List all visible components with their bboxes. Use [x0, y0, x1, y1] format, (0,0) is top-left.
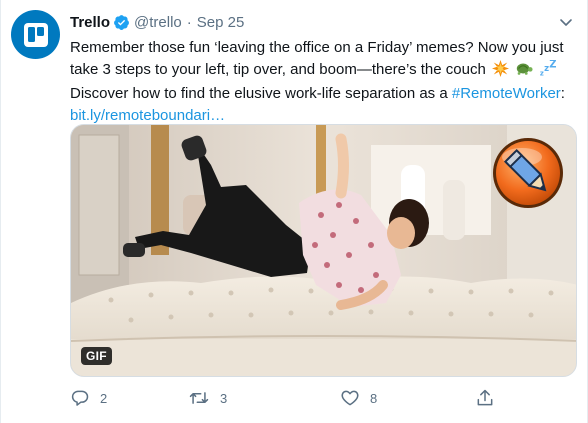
gif-media[interactable]: GIF — [70, 124, 577, 377]
tweet-actions: 2 3 8 — [70, 387, 510, 409]
turtle-emoji-icon — [515, 60, 533, 84]
avatar[interactable] — [11, 10, 60, 59]
more-options-icon[interactable] — [558, 14, 574, 30]
tweet-text-line-2: take 3 steps to your left, tip over, and… — [70, 59, 570, 84]
retweet-count: 3 — [220, 390, 228, 406]
zzz-emoji-icon: zzZ — [539, 59, 557, 84]
trello-logo-icon — [23, 22, 48, 47]
reply-icon — [71, 390, 89, 406]
separator-dot: · — [186, 13, 192, 31]
share-button[interactable] — [475, 387, 495, 409]
tweet-text-line-3: Discover how to find the elusive work-li… — [70, 83, 570, 105]
collision-emoji-icon — [491, 59, 509, 84]
handle[interactable]: @trello — [134, 14, 182, 31]
retweet-button[interactable]: 3 — [188, 387, 227, 409]
reply-button[interactable]: 2 — [70, 387, 107, 409]
tweet-header: Trello @trello · Sep 25 — [70, 12, 244, 32]
gif-badge: GIF — [81, 347, 112, 365]
tweet-text-line-1: Remember those fun ‘leaving the office o… — [70, 39, 564, 56]
like-count: 8 — [370, 390, 378, 406]
tweet-text: Remember those fun ‘leaving the office o… — [70, 37, 570, 126]
share-icon — [477, 389, 493, 406]
tweet-text-line-2-text: take 3 steps to your left, tip over, and… — [70, 60, 486, 78]
like-icon — [341, 390, 359, 406]
svg-text:Z: Z — [550, 60, 557, 71]
hashtag-link[interactable]: #RemoteWorker — [452, 85, 561, 102]
display-name[interactable]: Trello — [70, 14, 110, 31]
tweet-card[interactable]: Trello @trello · Sep 25 Remember those f… — [0, 0, 588, 423]
reply-count: 2 — [100, 390, 108, 406]
verified-badge-icon — [113, 14, 130, 31]
svg-text:z: z — [544, 64, 549, 74]
retweet-icon — [189, 392, 209, 404]
url-link[interactable]: bit.ly/remoteboundari… — [70, 107, 225, 124]
tweet-text-line-3-prefix: Discover how to find the elusive work-li… — [70, 85, 452, 102]
tweet-text-line-3-suffix: : — [560, 85, 565, 102]
svg-text:z: z — [540, 69, 544, 77]
like-button[interactable]: 8 — [340, 387, 377, 409]
tweet-date[interactable]: Sep 25 — [197, 14, 245, 31]
edit-pencil-icon[interactable] — [490, 135, 566, 211]
